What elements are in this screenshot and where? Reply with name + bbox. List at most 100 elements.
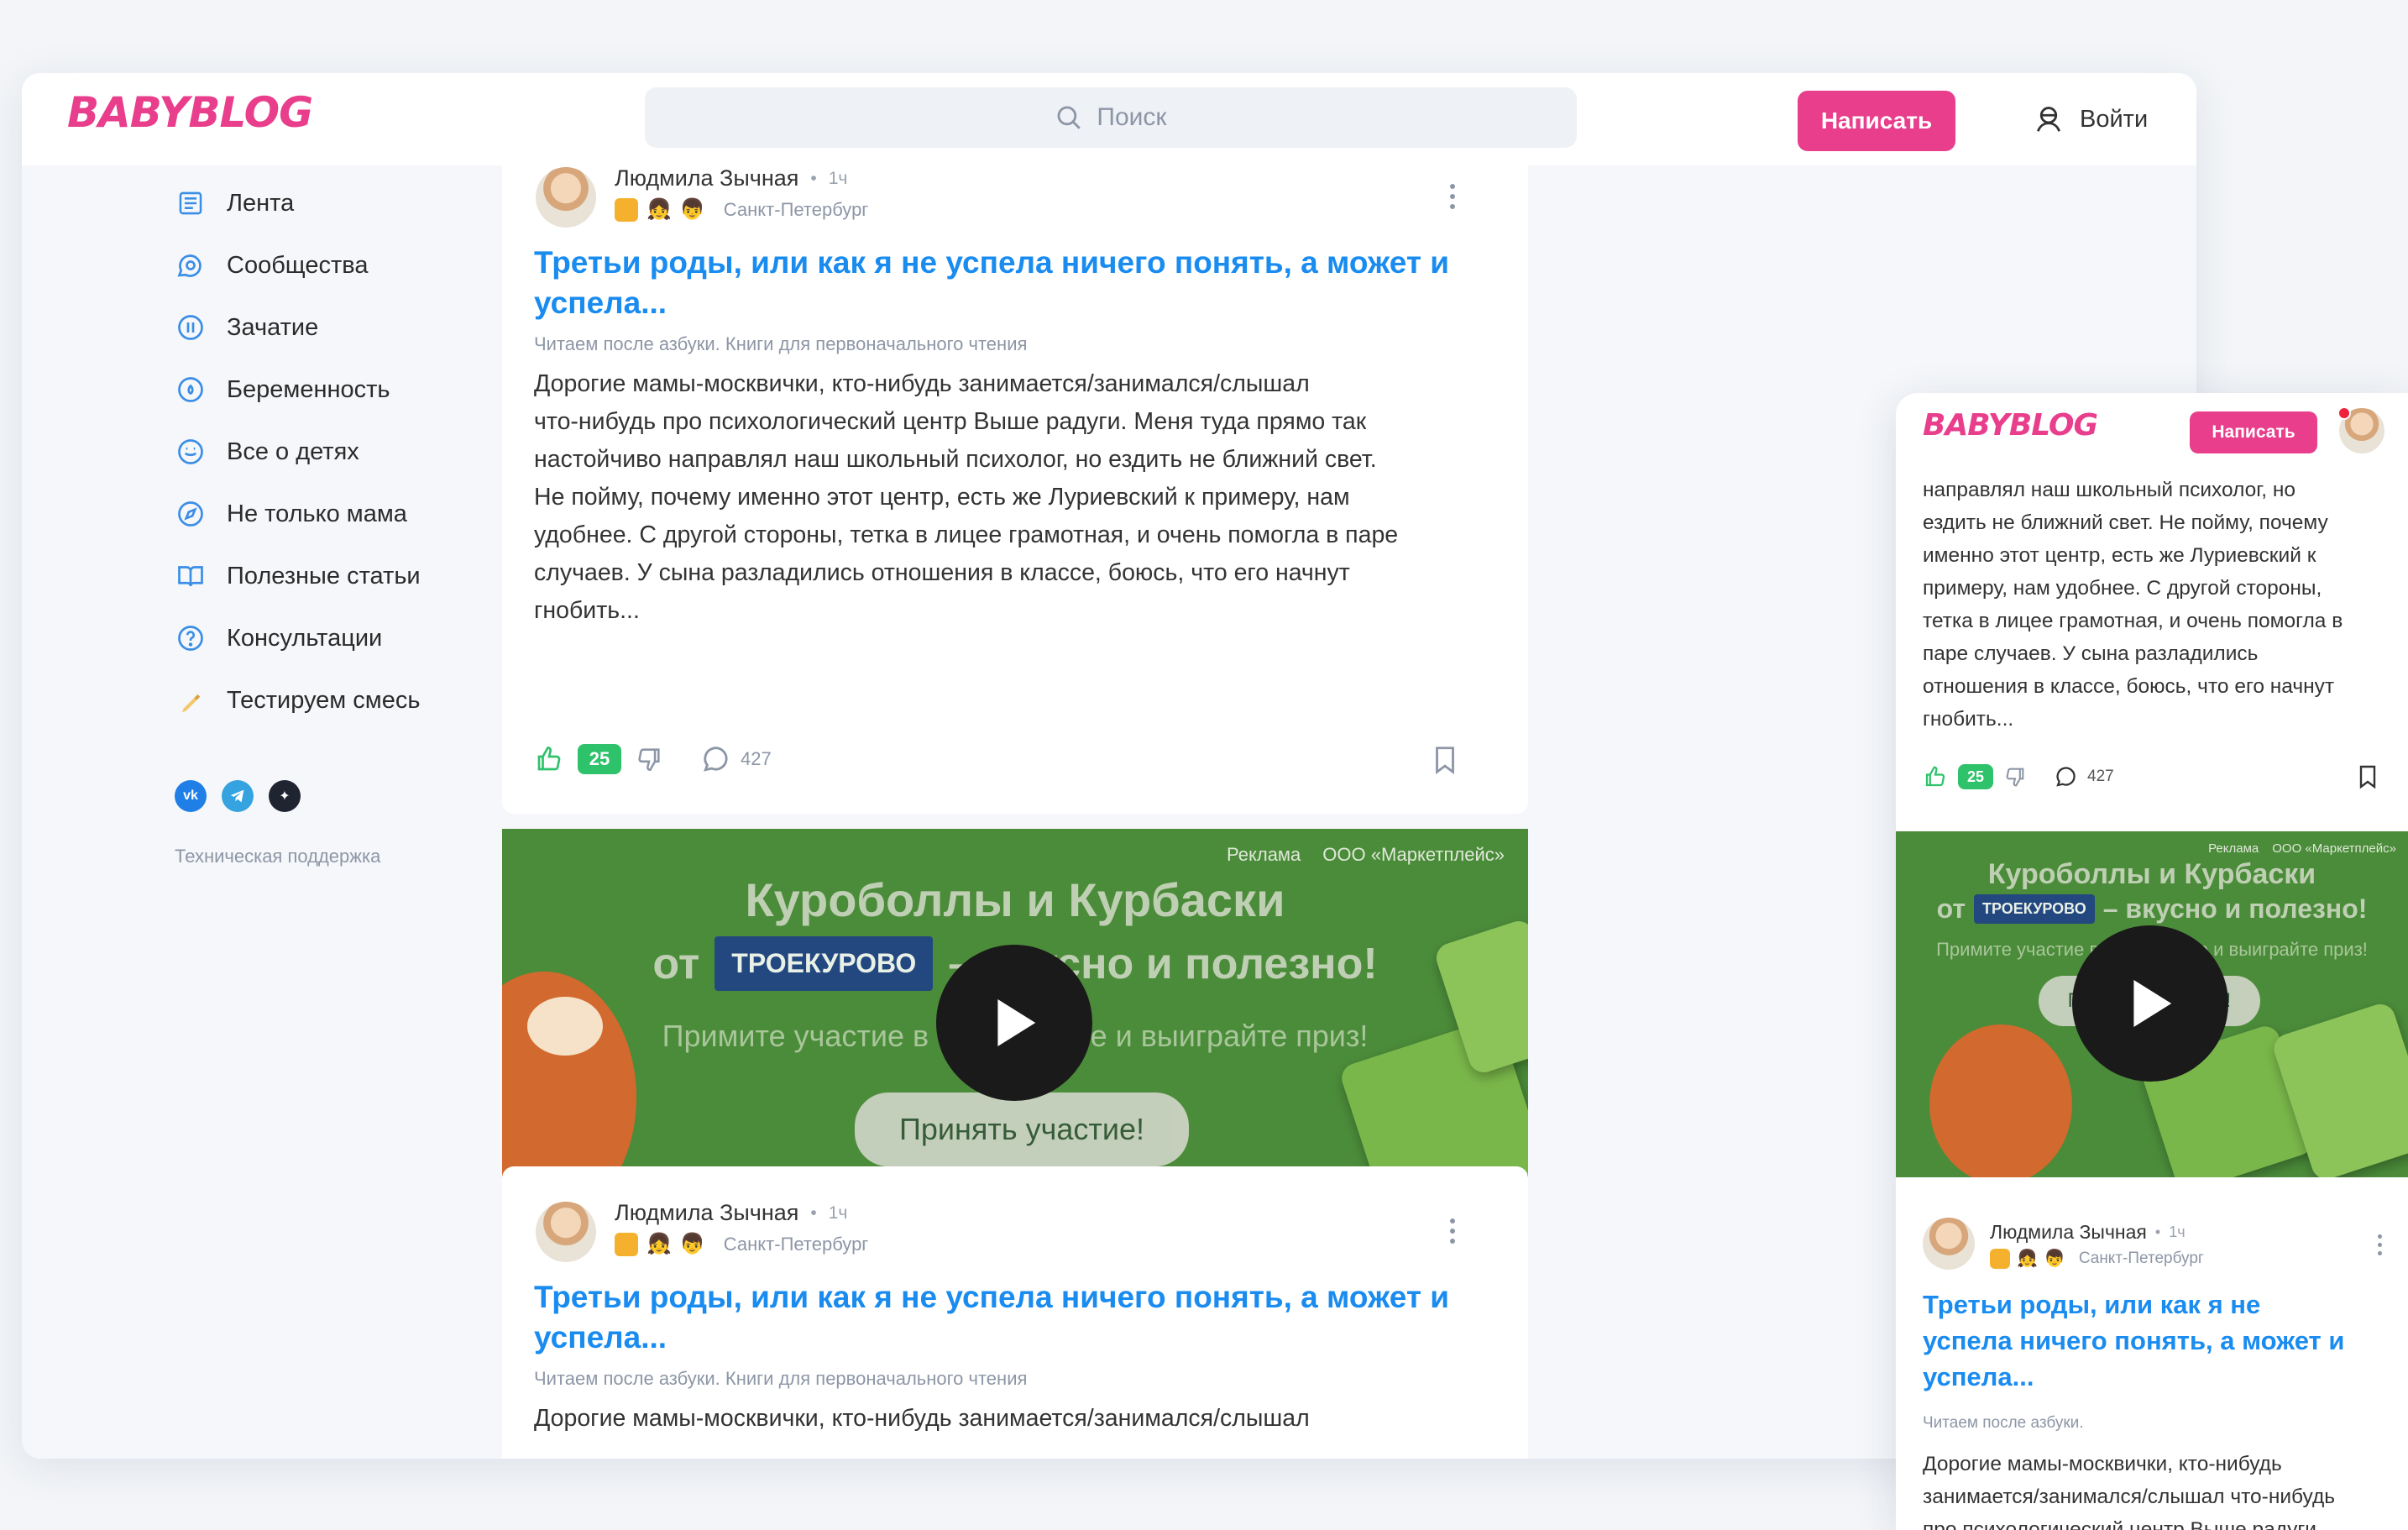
- sidebar-item-conception[interactable]: Зачатие: [175, 312, 318, 343]
- sidebar-item-articles[interactable]: Полезные статьи: [175, 560, 421, 592]
- feed-icon: [175, 187, 207, 219]
- sidebar-item-label: Зачатие: [227, 313, 319, 341]
- mobile-view: BABYBLOG Написать направлял наш школьный…: [1896, 393, 2408, 1530]
- ad-headline: Куроболлы и Курбаски: [1987, 858, 2316, 890]
- separator-dot: •: [810, 1203, 817, 1223]
- top-bar: BABYBLOG Поиск Написать Войти: [22, 73, 2196, 165]
- post-card: Людмила Зычная • 1ч 👧 👦 Санкт-Петербург …: [1896, 1187, 2408, 1530]
- girl-badge-icon: 👧: [646, 1233, 672, 1255]
- sidebar-item-consultations[interactable]: Консультации: [175, 622, 382, 654]
- vk-icon[interactable]: vk: [175, 780, 207, 812]
- fox-mascot-image: [1929, 1024, 2072, 1177]
- sidebar-item-label: Сообщества: [227, 251, 369, 279]
- login-label: Войти: [2080, 105, 2149, 133]
- post-title[interactable]: Третьи роды, или как я не успела ничего …: [534, 243, 1500, 323]
- post-category[interactable]: Читаем после азбуки. Книги для первонача…: [534, 1368, 1027, 1390]
- comment-icon: [2054, 764, 2079, 789]
- ad-banner[interactable]: Реклама ООО «Маркетплейс» Куроболлы и Ку…: [1896, 831, 2408, 1177]
- author-name[interactable]: Людмила Зычная: [615, 1200, 798, 1226]
- bookmark-icon[interactable]: [2354, 762, 2381, 791]
- dislike-icon[interactable]: [635, 745, 663, 773]
- ad-headline: Куроболлы и Курбаски: [745, 873, 1285, 926]
- sidebar-item-test-formula[interactable]: Тестируем смесь: [175, 684, 420, 716]
- compass-icon: [175, 498, 207, 530]
- more-icon[interactable]: [2376, 1234, 2383, 1255]
- sidebar-item-label: Все о детях: [227, 438, 359, 465]
- ad-label: Реклама: [1227, 844, 1301, 865]
- boy-badge-icon: 👦: [679, 1233, 705, 1255]
- sidebar-item-communities[interactable]: Сообщества: [175, 249, 368, 281]
- sidebar-item-pregnancy[interactable]: Беременность: [175, 374, 390, 406]
- play-button[interactable]: [936, 945, 1092, 1101]
- author-city: Санкт-Петербург: [723, 1233, 869, 1255]
- post-body: Дорогие мамы-москвички, кто-нибудь заним…: [1923, 1453, 2336, 1530]
- separator-dot: •: [810, 168, 817, 188]
- post-category[interactable]: Читаем после азбуки.: [1923, 1414, 2084, 1433]
- play-button[interactable]: [2072, 925, 2228, 1082]
- notification-dot: [2337, 406, 2351, 420]
- girl-badge-icon: 👧: [646, 198, 672, 221]
- sidebar-item-label: Не только мама: [227, 500, 407, 527]
- sidebar-item-not-only-mom[interactable]: Не только мама: [175, 498, 407, 530]
- post-time: 1ч: [828, 1203, 848, 1223]
- sidebar-item-feed[interactable]: Лента: [175, 187, 294, 219]
- post-category[interactable]: Читаем после азбуки. Книги для первонача…: [534, 333, 1027, 355]
- post-title[interactable]: Третьи роды, или как я не успела ничего …: [534, 1277, 1500, 1358]
- ad-cta-button[interactable]: Принять участие!: [855, 1092, 1189, 1166]
- comments-button[interactable]: 427: [700, 743, 772, 775]
- ad-headline-prefix: от: [652, 939, 700, 988]
- comment-count: 427: [2087, 768, 2114, 785]
- ad-brand-logo: ТРОЕКУРОВО: [715, 936, 934, 991]
- post-body: Дорогие мамы-москвички, кто-нибудь заним…: [534, 1405, 1310, 1432]
- help-icon: [175, 622, 207, 654]
- girl-badge-icon: 👧: [2017, 1250, 2038, 1268]
- boy-badge-icon: 👦: [679, 198, 705, 221]
- ad-label: Реклама: [2208, 841, 2259, 856]
- ad-advertiser: ООО «Маркетплейс»: [1322, 844, 1505, 865]
- separator-dot: •: [2154, 1223, 2161, 1240]
- more-icon[interactable]: [1449, 184, 1456, 209]
- telegram-icon[interactable]: [222, 780, 254, 812]
- more-icon[interactable]: [1449, 1218, 1456, 1244]
- sidebar-item-label: Лента: [227, 189, 295, 217]
- ad-headline-suffix: – вкусно и полезно!: [2102, 893, 2368, 924]
- babyblog-logo[interactable]: BABYBLOG: [67, 88, 313, 137]
- dislike-icon[interactable]: [2003, 765, 2027, 789]
- like-icon[interactable]: [1923, 764, 1948, 789]
- kids-icon: [175, 436, 207, 468]
- author-name[interactable]: Людмила Зычная: [615, 165, 798, 191]
- login-button[interactable]: Войти: [2033, 92, 2148, 147]
- sidebar: Лента Сообщества Зачатие Беременность Вс…: [22, 165, 492, 1459]
- search-placeholder: Поиск: [1097, 103, 1167, 131]
- babyblog-logo[interactable]: BABYBLOG: [1923, 408, 2098, 443]
- sidebar-item-label: Беременность: [227, 375, 390, 403]
- ad-brand-logo: ТРОЕКУРОВО: [1973, 894, 2095, 924]
- post-title[interactable]: Третьи роды, или как я не успела ничего …: [1923, 1286, 2393, 1395]
- author-name[interactable]: Людмила Зычная: [1990, 1221, 2147, 1244]
- bookmark-icon[interactable]: [1429, 743, 1461, 777]
- author-city: Санкт-Петербург: [723, 198, 869, 220]
- author-avatar[interactable]: [536, 167, 596, 228]
- like-icon[interactable]: [534, 744, 564, 774]
- desktop-window: BABYBLOG Поиск Написать Войти Лента Сооб…: [22, 73, 2196, 1459]
- post-time: 1ч: [828, 168, 848, 188]
- sidebar-item-kids[interactable]: Все о детях: [175, 436, 359, 468]
- book-icon: [175, 560, 207, 592]
- write-button[interactable]: Написать: [2190, 411, 2317, 453]
- post-card: Людмила Зычная • 1ч 👧 👦 Санкт-Петербург …: [502, 165, 1528, 814]
- comment-count: 427: [741, 748, 772, 769]
- sparkle-icon[interactable]: ✦: [269, 780, 301, 812]
- author-avatar[interactable]: [1923, 1218, 1975, 1270]
- badge-icon: [1990, 1248, 2010, 1269]
- search-input[interactable]: Поиск: [645, 87, 1577, 148]
- comments-button[interactable]: 427: [2054, 764, 2114, 789]
- ad-banner[interactable]: Реклама ООО «Маркетплейс» Куроболлы и Ку…: [502, 829, 1528, 1217]
- author-avatar[interactable]: [536, 1202, 596, 1262]
- post-body: Дорогие мамы-москвички, кто-нибудь заним…: [534, 370, 1399, 624]
- write-button[interactable]: Написать: [1798, 91, 1955, 151]
- support-link[interactable]: Техническая поддержка: [175, 846, 380, 867]
- social-links: vk ✦: [175, 780, 301, 812]
- post-card: Людмила Зычная • 1ч 👧 👦 Санкт-Петербург …: [502, 1166, 1528, 1459]
- boy-badge-icon: 👦: [2044, 1250, 2065, 1268]
- post-time: 1ч: [2169, 1223, 2186, 1240]
